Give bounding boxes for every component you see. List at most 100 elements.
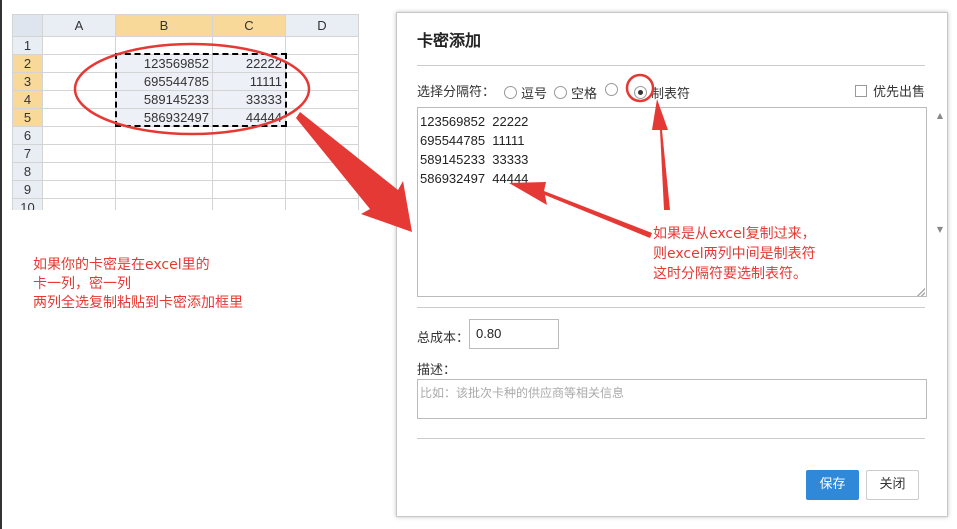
priority-sale-checkbox[interactable] xyxy=(854,84,867,97)
cell[interactable] xyxy=(42,198,116,210)
resize-grip-icon[interactable] xyxy=(917,288,925,296)
row-header[interactable]: 7 xyxy=(12,144,43,163)
cell[interactable] xyxy=(285,126,359,145)
description-textarea[interactable]: 比如：该批次卡种的供应商等相关信息 xyxy=(417,379,927,419)
excel-sheet: A B C D 1 2 123569852 22222 3 695544785 … xyxy=(12,14,384,210)
cell[interactable] xyxy=(42,180,116,199)
cell[interactable]: 44444 xyxy=(212,108,286,127)
column-header-b[interactable]: B xyxy=(115,14,213,37)
cell[interactable]: 33333 xyxy=(212,90,286,109)
row-header[interactable]: 10 xyxy=(12,198,43,210)
cell[interactable] xyxy=(285,90,359,109)
column-header-a[interactable]: A xyxy=(42,14,116,37)
cell[interactable] xyxy=(285,198,359,210)
left-annotation: 如果你的卡密是在excel里的 卡一列，密一列 两列全选复制粘贴到卡密添加框里 xyxy=(33,256,243,313)
total-cost-input[interactable]: 0.80 xyxy=(469,319,559,349)
select-all-corner[interactable] xyxy=(12,14,43,37)
sheet-row: 1 xyxy=(12,36,359,55)
sheet-row: 10 xyxy=(12,198,359,210)
radio-comma[interactable] xyxy=(504,86,517,99)
row-header[interactable]: 3 xyxy=(12,72,43,91)
column-header-row: A B C D xyxy=(12,14,359,37)
cell[interactable] xyxy=(42,162,116,181)
sheet-row: 3 695544785 11111 xyxy=(12,72,359,91)
column-header-c[interactable]: C xyxy=(212,14,286,37)
row-header[interactable]: 5 xyxy=(12,108,43,127)
excel-grid: A B C D 1 2 123569852 22222 3 695544785 … xyxy=(12,14,359,210)
cell[interactable] xyxy=(115,126,213,145)
cell[interactable] xyxy=(42,126,116,145)
sheet-row: 2 123569852 22222 xyxy=(12,54,359,73)
cell[interactable]: 586932497 xyxy=(115,108,213,127)
sheet-row: 4 589145233 33333 xyxy=(12,90,359,109)
row-header[interactable]: 8 xyxy=(12,162,43,181)
cell[interactable]: 695544785 xyxy=(115,72,213,91)
close-button[interactable]: 关闭 xyxy=(866,470,919,500)
separator-option-space[interactable]: 空格 xyxy=(554,83,597,102)
scroll-up-icon[interactable]: ▲ xyxy=(937,111,943,120)
annotation-line: 如果是从excel复制过来， xyxy=(653,226,816,242)
row-header[interactable]: 4 xyxy=(12,90,43,109)
row-header[interactable]: 9 xyxy=(12,180,43,199)
separator-comma-label: 逗号 xyxy=(521,87,548,102)
total-cost-label: 总成本： xyxy=(417,331,470,346)
cell[interactable] xyxy=(285,108,359,127)
cell[interactable]: 123569852 xyxy=(115,54,213,73)
column-header-d[interactable]: D xyxy=(285,14,359,37)
cell[interactable] xyxy=(42,36,116,55)
priority-sale-option[interactable]: 优先出售 xyxy=(854,81,925,100)
cell[interactable] xyxy=(212,162,286,181)
cell[interactable] xyxy=(212,198,286,210)
separator-label: 选择分隔符： xyxy=(417,85,496,100)
sheet-row: 9 xyxy=(12,180,359,199)
dialog-title: 卡密添加 xyxy=(417,31,482,50)
sheet-row: 7 xyxy=(12,144,359,163)
radio-space[interactable] xyxy=(554,86,567,99)
sheet-row: 6 xyxy=(12,126,359,145)
separator-option-comma[interactable]: 逗号 xyxy=(504,83,547,102)
divider xyxy=(417,438,925,439)
description-label: 描述： xyxy=(417,363,457,378)
cell[interactable] xyxy=(42,90,116,109)
separator-option-tab[interactable]: 制表符 xyxy=(634,83,690,102)
right-annotation: 如果是从excel复制过来， 则excel两列中间是制表符 这时分隔符要选制表符… xyxy=(653,224,816,284)
cell[interactable] xyxy=(115,180,213,199)
row-header[interactable]: 6 xyxy=(12,126,43,145)
cell[interactable] xyxy=(115,198,213,210)
cell[interactable] xyxy=(285,72,359,91)
cell[interactable]: 589145233 xyxy=(115,90,213,109)
separator-tab-label: 制表符 xyxy=(651,87,691,102)
cell[interactable] xyxy=(285,36,359,55)
radio-tab[interactable] xyxy=(634,86,647,99)
cell[interactable] xyxy=(285,54,359,73)
cell[interactable] xyxy=(212,180,286,199)
sheet-row: 8 xyxy=(12,162,359,181)
cell[interactable] xyxy=(115,144,213,163)
cell[interactable] xyxy=(212,144,286,163)
priority-sale-label: 优先出售 xyxy=(872,85,925,100)
cell[interactable] xyxy=(212,36,286,55)
radio-other[interactable] xyxy=(605,83,618,96)
cell[interactable] xyxy=(42,54,116,73)
annotation-line: 这时分隔符要选制表符。 xyxy=(653,266,807,282)
cell[interactable] xyxy=(42,144,116,163)
cell[interactable] xyxy=(115,36,213,55)
separator-option-other[interactable] xyxy=(605,83,622,96)
save-button[interactable]: 保存 xyxy=(806,470,859,500)
cell[interactable] xyxy=(285,144,359,163)
cell[interactable] xyxy=(285,180,359,199)
sheet-row: 5 586932497 44444 xyxy=(12,108,359,127)
annotation-line: 卡一列，密一列 xyxy=(33,276,131,292)
cell[interactable] xyxy=(42,72,116,91)
cell[interactable] xyxy=(115,162,213,181)
annotation-line: 如果你的卡密是在excel里的 xyxy=(33,257,210,273)
cell[interactable] xyxy=(42,108,116,127)
cell[interactable]: 11111 xyxy=(212,72,286,91)
cell[interactable]: 22222 xyxy=(212,54,286,73)
row-header[interactable]: 1 xyxy=(12,36,43,55)
row-header[interactable]: 2 xyxy=(12,54,43,73)
divider xyxy=(417,65,925,66)
scroll-down-icon[interactable]: ▼ xyxy=(937,225,943,234)
cell[interactable] xyxy=(212,126,286,145)
cell[interactable] xyxy=(285,162,359,181)
